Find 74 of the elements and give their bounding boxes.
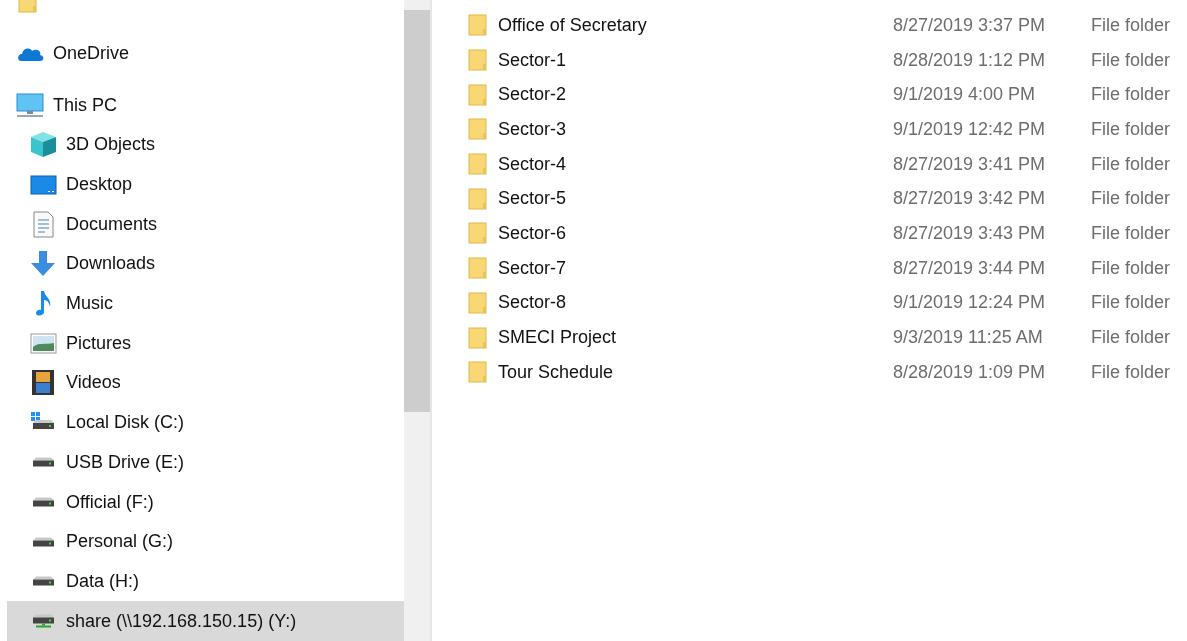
file-name[interactable]: Sector-6 — [498, 222, 893, 244]
file-type: File folder — [1091, 327, 1171, 349]
nav-item[interactable]: Desktop — [7, 164, 404, 205]
monitor-icon — [29, 174, 57, 195]
film-strip-icon — [31, 369, 55, 397]
date-modified: 8/27/2019 3:44 PM — [893, 257, 1047, 279]
date-modified: 9/3/2019 11:25 AM — [893, 327, 1044, 349]
folder-icon — [468, 14, 488, 37]
file-name[interactable]: Sector-3 — [498, 118, 893, 140]
file-type: File folder — [1091, 14, 1171, 36]
drive-icon — [32, 536, 54, 547]
file-type: File folder — [1091, 188, 1171, 210]
nav-item[interactable]: Local Disk (C:) — [7, 402, 404, 443]
folder-icon — [468, 326, 488, 349]
cube-icon — [29, 131, 57, 159]
date-modified: 8/28/2019 1:09 PM — [893, 361, 1047, 383]
drive-icon — [32, 457, 54, 468]
date-modified: 9/1/2019 12:24 PM — [893, 292, 1047, 314]
nav-item[interactable]: This PC — [7, 85, 404, 125]
folder-icon — [468, 291, 488, 314]
file-name[interactable]: Sector-4 — [498, 153, 893, 175]
file-type: File folder — [1091, 153, 1171, 175]
folder-icon — [468, 361, 488, 384]
nav-item[interactable]: Personal (G:) — [7, 521, 404, 562]
file-type: File folder — [1091, 49, 1171, 71]
computer-icon — [16, 92, 44, 118]
file-name[interactable]: Tour Schedule — [498, 361, 893, 383]
folder-icon — [468, 153, 488, 176]
drive-icon — [32, 497, 54, 508]
folder-icon — [468, 49, 488, 72]
date-modified: 8/27/2019 3:42 PM — [893, 188, 1047, 210]
nav-item[interactable]: Pictures — [7, 323, 404, 364]
nav-item[interactable]: Music — [7, 283, 404, 324]
date-modified: 8/27/2019 3:43 PM — [893, 222, 1047, 244]
folder-icon — [468, 257, 488, 280]
nav-item[interactable]: share (\\192.168.150.15) (Y:) — [7, 601, 404, 641]
nav-item[interactable]: Data (H:) — [7, 561, 404, 602]
document-icon — [32, 210, 54, 238]
file-type: File folder — [1091, 222, 1171, 244]
nav-item[interactable]: USB Drive (E:) — [7, 442, 404, 483]
network-drive-icon — [32, 614, 54, 629]
drive-icon — [32, 576, 54, 587]
file-name[interactable]: Sector-7 — [498, 257, 893, 279]
nav-item[interactable]: 3D Objects — [7, 125, 404, 165]
file-type: File folder — [1091, 118, 1171, 140]
nav-item[interactable]: Downloads — [7, 244, 404, 284]
file-name[interactable]: Sector-8 — [498, 292, 893, 314]
scrollbar-thumb[interactable] — [404, 10, 430, 412]
music-note-icon — [33, 290, 53, 318]
file-name[interactable]: SMECI Project — [498, 327, 893, 349]
file-type: File folder — [1091, 84, 1171, 106]
file-type: File folder — [1091, 257, 1171, 279]
down-arrow-icon — [30, 250, 56, 278]
scrollbar[interactable] — [404, 0, 432, 641]
picture-icon — [29, 332, 57, 354]
file-name[interactable]: Sector-5 — [498, 188, 893, 210]
folder-icon — [468, 118, 488, 141]
folder-icon — [468, 222, 488, 245]
date-modified: 9/1/2019 4:00 PM — [893, 84, 1037, 106]
file-name[interactable]: Sector-1 — [498, 49, 893, 71]
file-type: File folder — [1091, 361, 1171, 383]
nav-item[interactable]: Documents — [7, 204, 404, 245]
date-modified: 8/27/2019 3:37 PM — [893, 14, 1047, 36]
date-modified: 8/28/2019 1:12 PM — [893, 49, 1047, 71]
file-name[interactable]: Office of Secretary — [498, 14, 893, 36]
date-modified: 9/1/2019 12:42 PM — [893, 118, 1047, 140]
date-modified: 8/27/2019 3:41 PM — [893, 153, 1047, 175]
folder-icon — [468, 83, 488, 106]
file-type: File folder — [1091, 292, 1171, 314]
nav-item[interactable]: OneDrive — [7, 33, 404, 73]
file-name[interactable]: Sector-2 — [498, 84, 893, 106]
folder-icon — [468, 187, 488, 210]
nav-item[interactable]: Videos — [7, 363, 404, 403]
nav-item[interactable]: Official (F:) — [7, 482, 404, 522]
